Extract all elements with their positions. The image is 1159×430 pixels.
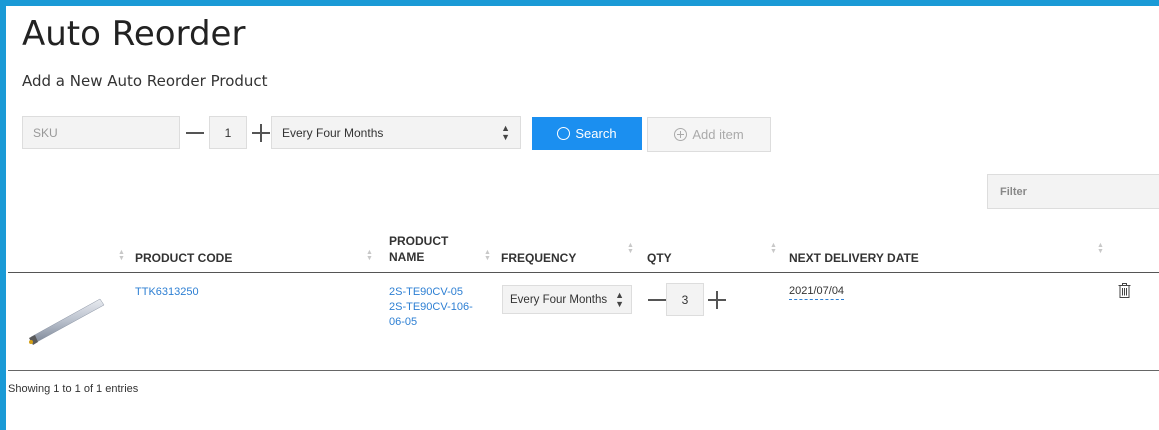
minus-icon [186,132,204,134]
search-button-label: Search [575,126,617,141]
table-bottom-divider [8,370,1159,371]
page-title: Auto Reorder [22,14,246,54]
column-header-product-code[interactable]: PRODUCT CODE [135,250,232,266]
qty-decrease-button[interactable] [184,122,206,144]
window-frame-left [0,0,6,430]
window-frame-top [0,0,1159,6]
sort-icon[interactable]: ▲ ▼ [770,242,777,255]
column-header-next-delivery-date[interactable]: NEXT DELIVERY DATE [789,250,919,266]
add-item-button[interactable]: Add item [647,117,771,152]
sort-icon[interactable]: ▲ ▼ [627,242,634,255]
column-header-qty[interactable]: QTY [647,250,672,266]
product-code-link[interactable]: TTK6313250 [135,285,199,300]
sort-icon[interactable]: ▲ ▼ [484,249,491,262]
section-subtitle: Add a New Auto Reorder Product [22,72,268,90]
product-name-line: 2S-TE90CV-106- [389,301,473,313]
frequency-select-value: Every Four Months [282,125,384,140]
product-name-line: 2S-TE90CV-05 [389,286,463,298]
qty-increase-button[interactable] [250,122,272,144]
column-header-product-name[interactable]: PRODUCT NAME [389,233,448,265]
product-image [29,298,105,345]
row-frequency-value: Every Four Months [510,293,608,306]
sort-icon[interactable]: ▲ ▼ [118,249,125,262]
sku-input[interactable] [22,116,180,149]
product-name-line: 06-05 [389,316,418,328]
table-info: Showing 1 to 1 of 1 entries [8,383,139,395]
table-header-divider [8,272,1159,273]
filter-input[interactable] [987,174,1159,209]
row-qty-decrease-button[interactable] [646,289,668,311]
row-qty-increase-button[interactable] [706,289,728,311]
trash-icon[interactable] [1118,283,1131,298]
next-delivery-date[interactable]: 2021/07/04 [789,285,845,300]
product-name-link[interactable]: 2S-TE90CV-05 2S-TE90CV-106- 06-05 [389,285,473,330]
plus-circle-icon [674,128,688,141]
sort-icon[interactable]: ▲ ▼ [1097,242,1104,255]
search-button[interactable]: Search [532,117,642,150]
column-header-frequency[interactable]: FREQUENCY [501,250,576,266]
sort-icon[interactable]: ▲ ▼ [366,249,373,262]
qty-input[interactable]: 1 [209,116,247,149]
column-header-product-name-line2: NAME [389,250,425,264]
select-arrows-icon: ▲ ▼ [501,122,510,142]
select-arrows-icon: ▲ ▼ [615,289,624,309]
frequency-select[interactable]: Every Four Months ▲ ▼ [271,116,521,149]
search-icon [557,127,571,140]
column-header-product-name-line1: PRODUCT [389,234,449,248]
minus-icon [648,299,666,301]
add-item-button-label: Add item [692,127,744,142]
row-frequency-select[interactable]: Every Four Months ▲ ▼ [502,285,632,314]
row-qty-input[interactable]: 3 [666,283,704,316]
